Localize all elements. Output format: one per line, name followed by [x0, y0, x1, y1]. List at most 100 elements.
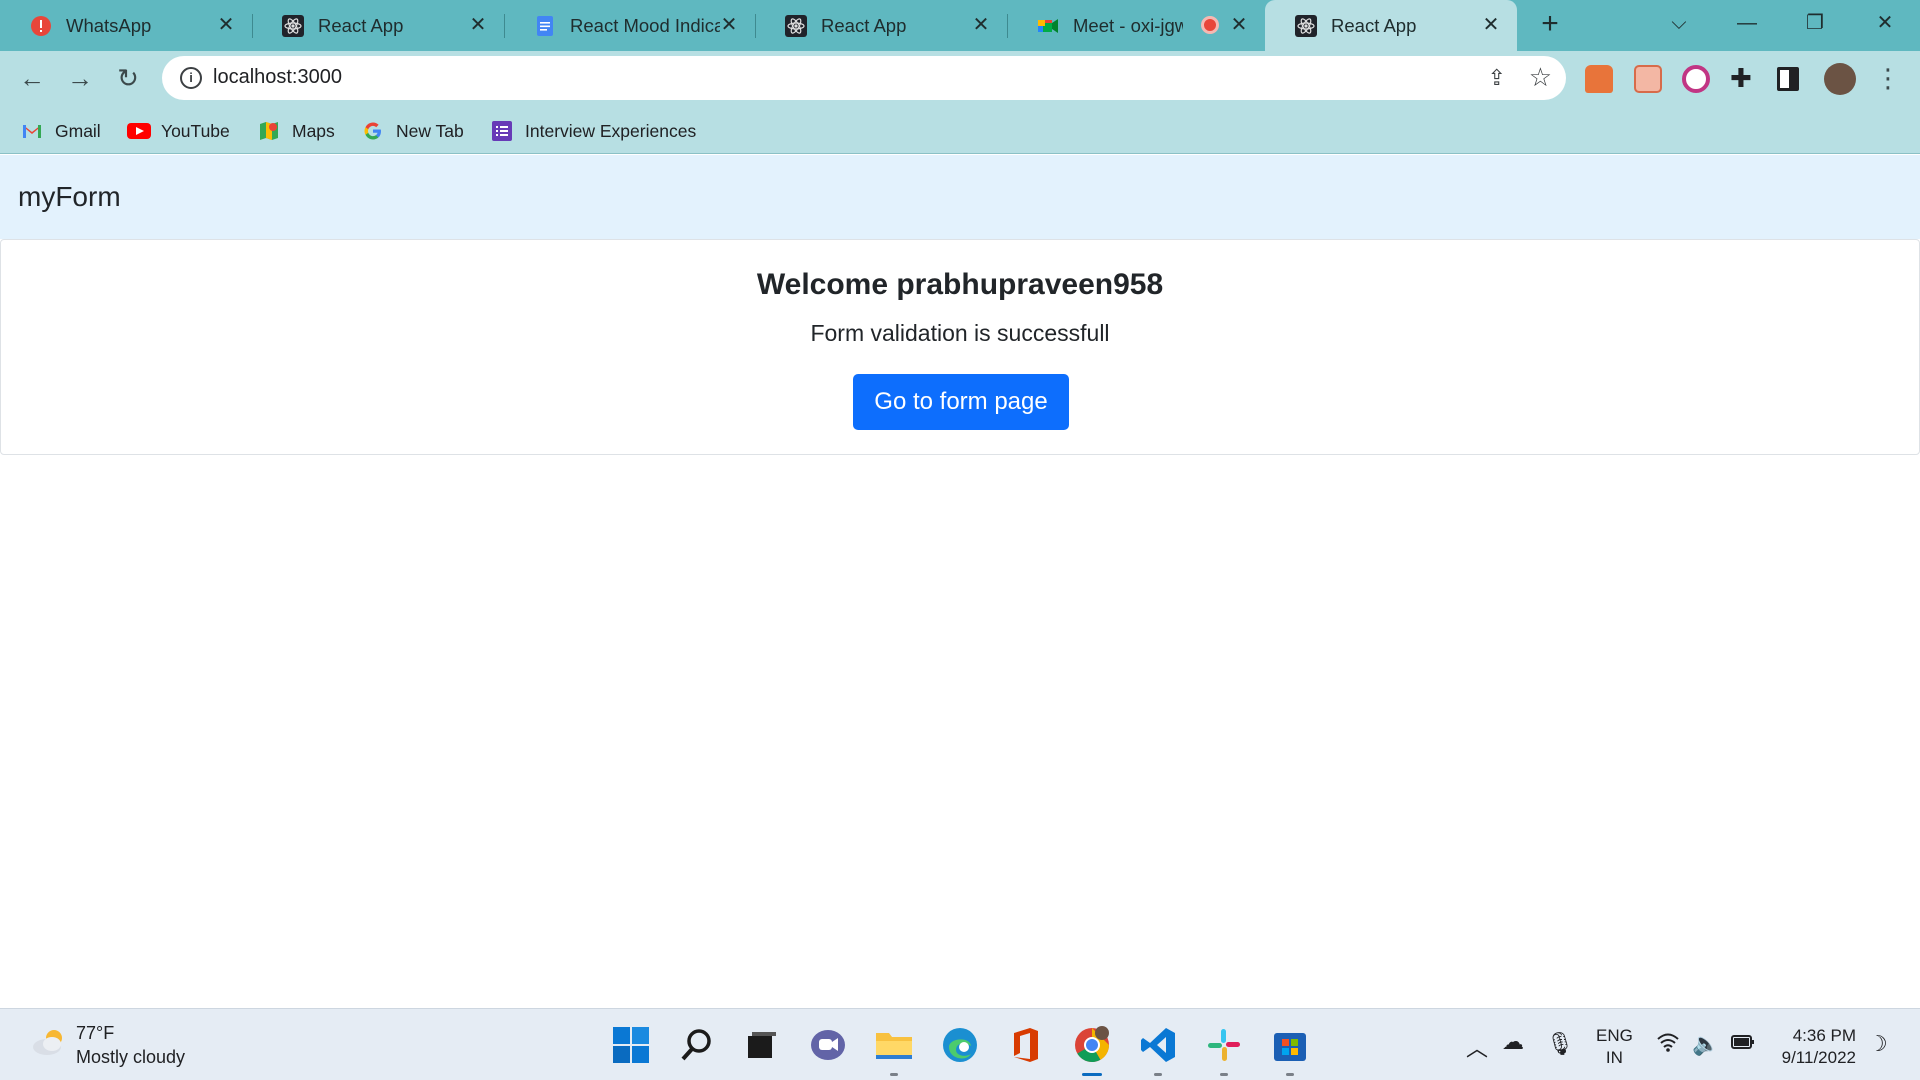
tab-title: React Mood Indicat	[570, 14, 720, 36]
close-icon[interactable]: ✕	[214, 13, 238, 37]
side-panel-icon[interactable]	[1777, 67, 1799, 91]
extensions-puzzle-icon[interactable]: ✚	[1730, 65, 1754, 93]
microphone-icon[interactable]: 🎙	[1546, 1031, 1574, 1057]
weather-temperature[interactable]: 77°F	[76, 1023, 114, 1044]
close-icon[interactable]: ✕	[717, 13, 741, 37]
youtube-icon	[127, 120, 151, 142]
site-info-icon[interactable]: i	[180, 67, 202, 89]
google-icon	[362, 120, 384, 142]
extension-color-icon[interactable]	[1682, 65, 1710, 93]
tab-title: Meet - oxi-jgw	[1073, 14, 1183, 36]
back-arrow-icon[interactable]: ←	[16, 63, 48, 95]
running-indicator	[890, 1073, 898, 1076]
task-view-icon[interactable]	[742, 1025, 782, 1065]
close-icon[interactable]: ✕	[1479, 13, 1503, 37]
app-navbar: myForm	[0, 155, 1920, 239]
system-clock[interactable]: 4:36 PM 9/11/2022	[1770, 1025, 1856, 1069]
focus-moon-icon[interactable]: ☽	[1868, 1031, 1888, 1057]
slack-icon[interactable]	[1204, 1025, 1244, 1065]
go-to-form-button[interactable]: Go to form page	[853, 374, 1069, 430]
google-docs-icon	[534, 15, 556, 37]
bookmark-new-tab[interactable]: New Tab	[362, 118, 464, 144]
google-meet-icon	[1037, 15, 1059, 37]
edge-browser-icon[interactable]	[940, 1025, 980, 1065]
office-icon[interactable]	[1006, 1025, 1046, 1065]
success-card: Welcome prabhupraveen958 Form validation…	[0, 239, 1920, 455]
whatsapp-alert-icon	[30, 15, 52, 37]
react-icon	[1295, 14, 1317, 37]
address-bar[interactable]: i localhost:3000 ⇪ ☆	[162, 56, 1566, 100]
close-window-icon[interactable]: ✕	[1865, 8, 1905, 38]
url-text[interactable]: localhost:3000	[213, 66, 342, 89]
region-code: IN	[1605, 1048, 1623, 1067]
react-icon	[785, 14, 807, 37]
clock-time: 4:36 PM	[1792, 1026, 1856, 1045]
running-indicator	[1286, 1073, 1294, 1076]
maps-icon	[258, 120, 280, 142]
browser-toolbar: ← → ↻ i localhost:3000 ⇪ ☆ ✚ ⋮	[0, 51, 1920, 106]
minimize-icon[interactable]: —	[1727, 8, 1767, 38]
close-icon[interactable]: ✕	[1227, 13, 1251, 37]
volume-icon[interactable]: 🔈	[1692, 1031, 1719, 1057]
microsoft-store-icon[interactable]	[1270, 1025, 1310, 1065]
bookmark-youtube[interactable]: YouTube	[127, 118, 230, 144]
weather-condition[interactable]: Mostly cloudy	[76, 1047, 185, 1068]
tab-title: React App	[1331, 14, 1417, 36]
vscode-icon[interactable]	[1138, 1025, 1178, 1065]
react-icon	[282, 14, 304, 37]
tab-whatsapp[interactable]: WhatsApp ✕	[0, 0, 253, 51]
tab-react-app-1[interactable]: React App ✕	[252, 0, 505, 51]
tab-react-app-active[interactable]: React App ✕	[1265, 0, 1517, 51]
bookmark-star-icon[interactable]: ☆	[1529, 62, 1552, 93]
reload-icon[interactable]: ↻	[112, 63, 144, 95]
weather-cloudy-icon[interactable]	[30, 1027, 70, 1057]
validation-message: Form validation is successfull	[810, 320, 1110, 346]
gmail-icon	[21, 120, 43, 142]
close-icon[interactable]: ✕	[466, 13, 490, 37]
tab-react-mood-indicator[interactable]: React Mood Indicat ✕	[504, 0, 756, 51]
recording-icon	[1201, 16, 1219, 34]
forms-icon	[491, 120, 513, 142]
tab-react-app-2[interactable]: React App ✕	[755, 0, 1008, 51]
wifi-icon[interactable]	[1656, 1031, 1680, 1059]
bookmark-label: YouTube	[161, 120, 230, 141]
teams-chat-icon[interactable]	[808, 1025, 848, 1065]
bookmark-label: Maps	[292, 120, 335, 141]
forward-arrow-icon[interactable]: →	[64, 63, 96, 95]
bookmarks-bar: Gmail YouTube Maps New Tab Interview Exp…	[0, 106, 1920, 154]
bookmark-label: New Tab	[396, 120, 464, 141]
search-icon[interactable]	[677, 1025, 717, 1065]
restore-icon[interactable]: ❐	[1795, 8, 1835, 38]
profile-avatar[interactable]	[1824, 63, 1856, 95]
start-windows-icon[interactable]	[611, 1025, 651, 1065]
windows-taskbar: 77°F Mostly cloudy ︿ ☁ 🎙 ENG IN 🔈 4:36 P…	[0, 1008, 1920, 1080]
new-tab-plus-icon[interactable]: +	[1535, 9, 1565, 40]
bookmark-interview-experiences[interactable]: Interview Experiences	[491, 118, 696, 144]
extension-cast-icon[interactable]	[1634, 65, 1662, 93]
input-language-indicator[interactable]: ENG IN	[1596, 1025, 1633, 1069]
tab-title: WhatsApp	[66, 14, 152, 36]
welcome-heading: Welcome prabhupraveen958	[756, 268, 1164, 301]
bookmark-gmail[interactable]: Gmail	[21, 118, 101, 144]
navbar-brand[interactable]: myForm	[18, 181, 121, 213]
close-icon[interactable]: ✕	[969, 13, 993, 37]
chrome-icon[interactable]	[1072, 1025, 1112, 1065]
bookmark-maps[interactable]: Maps	[258, 118, 335, 144]
active-app-indicator	[1082, 1073, 1102, 1076]
tab-search-chevron-icon[interactable]: ⌵	[1659, 8, 1699, 38]
tab-strip: WhatsApp ✕ React App ✕ React Mood Indica…	[0, 0, 1920, 51]
tab-google-meet[interactable]: Meet - oxi-jgw ✕	[1007, 0, 1265, 51]
tab-title: React App	[318, 14, 404, 36]
bookmark-label: Interview Experiences	[525, 120, 697, 141]
battery-charging-icon[interactable]	[1730, 1031, 1756, 1059]
clock-date: 9/11/2022	[1781, 1048, 1856, 1067]
running-indicator	[1220, 1073, 1228, 1076]
onedrive-cloud-icon[interactable]: ☁	[1502, 1029, 1524, 1055]
show-hidden-icons-chevron-icon[interactable]: ︿	[1466, 1031, 1488, 1063]
extension-lock-icon[interactable]	[1585, 65, 1613, 93]
bookmark-label: Gmail	[55, 120, 101, 141]
file-explorer-icon[interactable]	[874, 1025, 914, 1065]
menu-kebab-icon[interactable]: ⋮	[1872, 63, 1904, 95]
share-icon[interactable]: ⇪	[1488, 65, 1506, 91]
language-code: ENG	[1596, 1026, 1633, 1045]
